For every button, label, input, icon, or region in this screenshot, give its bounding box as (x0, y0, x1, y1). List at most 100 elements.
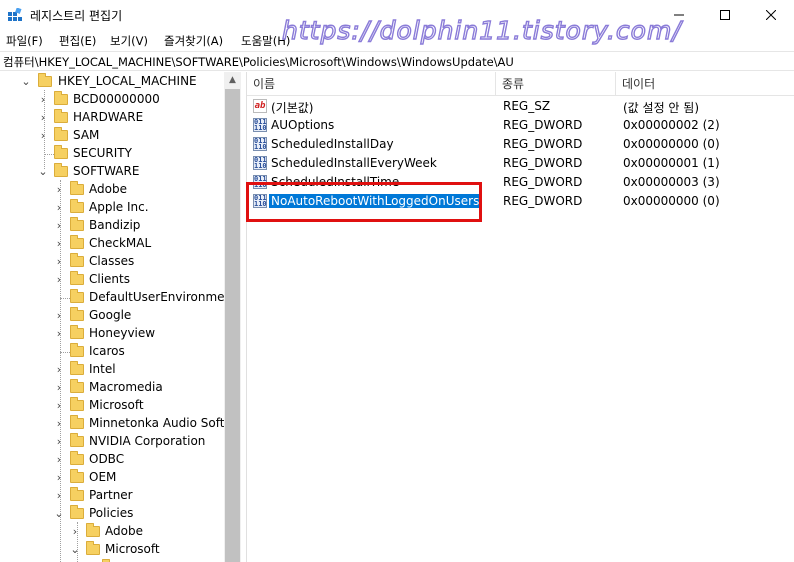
address-bar[interactable]: 컴퓨터\HKEY_LOCAL_MACHINE\SOFTWARE\Policies… (0, 51, 794, 71)
list-row-scheduledinstallday[interactable]: 011 110 ScheduledInstallDay REG_DWORD 0x0… (247, 135, 794, 154)
chevron-right-icon[interactable]: › (53, 272, 65, 288)
folder-icon (70, 289, 84, 303)
scroll-up-arrow-icon[interactable]: ▲ (224, 72, 241, 89)
key-tree: ⌄ HKEY_LOCAL_MACHINE › BCD00000000 › HAR… (0, 72, 241, 562)
tree-item-policies-microsoft[interactable]: ⌄ Microsoft (0, 541, 224, 559)
chevron-down-icon[interactable]: ⌄ (20, 74, 32, 90)
tree-item-bcd[interactable]: › BCD00000000 (0, 91, 224, 109)
folder-icon (54, 109, 68, 123)
column-header-name[interactable]: 이름 (247, 72, 496, 96)
tree-item-hklm[interactable]: ⌄ HKEY_LOCAL_MACHINE (0, 73, 224, 91)
tree-item-policies-adobe[interactable]: › Adobe (0, 523, 224, 541)
tree-item-sam[interactable]: › SAM (0, 127, 224, 145)
chevron-right-icon[interactable]: › (53, 416, 65, 432)
tree-item-oem[interactable]: › OEM (0, 469, 224, 487)
tree-item-hardware[interactable]: › HARDWARE (0, 109, 224, 127)
folder-icon (70, 415, 84, 429)
folder-icon (54, 127, 68, 141)
tree-item-icaros[interactable]: Icaros (0, 343, 224, 361)
chevron-right-icon[interactable]: › (53, 470, 65, 486)
list-row-default[interactable]: ab (기본값) REG_SZ (값 설정 안 됨) (247, 97, 794, 116)
chevron-right-icon[interactable]: › (53, 452, 65, 468)
tree-scrollbar[interactable]: ▲ (224, 72, 241, 562)
chevron-right-icon[interactable]: › (53, 380, 65, 396)
highlight-annotation-box (246, 182, 482, 222)
folder-icon (70, 397, 84, 411)
tree-item-microsoft[interactable]: › Microsoft (0, 397, 224, 415)
chevron-right-icon[interactable]: › (53, 434, 65, 450)
tree-item-defaultuserenvironment[interactable]: DefaultUserEnvironment (0, 289, 237, 307)
folder-icon (70, 325, 84, 339)
column-header-data[interactable]: 데이터 (616, 72, 794, 96)
folder-icon (70, 235, 84, 249)
folder-icon (70, 487, 84, 501)
menu-view[interactable]: 보기(V) (110, 33, 148, 49)
scrollbar-thumb[interactable] (225, 89, 240, 562)
values-list: 이름 종류 데이터 ab (기본값) REG_SZ (값 설정 안 됨) 011… (247, 72, 794, 562)
tree-item-clients[interactable]: › Clients (0, 271, 224, 289)
menu-edit[interactable]: 편집(E) (59, 33, 96, 49)
chevron-right-icon[interactable]: › (53, 326, 65, 342)
maximize-icon[interactable] (702, 0, 748, 30)
folder-icon (70, 469, 84, 483)
menu-file[interactable]: 파일(F) (6, 33, 43, 49)
tree-item-honeyview[interactable]: › Honeyview (0, 325, 224, 343)
list-row-auoptions[interactable]: 011 110 AUOptions REG_DWORD 0x00000002 (2… (247, 116, 794, 135)
tree-item-classes[interactable]: › Classes (0, 253, 224, 271)
tree-item-nvidia[interactable]: › NVIDIA Corporation (0, 433, 224, 451)
column-header-type[interactable]: 종류 (496, 72, 616, 96)
chevron-right-icon[interactable]: › (37, 110, 49, 126)
tree-item-policies[interactable]: ⌄ Policies (0, 505, 224, 523)
chevron-right-icon[interactable]: › (53, 308, 65, 324)
chevron-right-icon[interactable]: › (53, 362, 65, 378)
close-icon[interactable] (748, 0, 794, 30)
folder-icon (70, 181, 84, 195)
chevron-right-icon[interactable]: › (53, 398, 65, 414)
tree-item-partner[interactable]: › Partner (0, 487, 224, 505)
string-value-icon: ab (253, 99, 267, 113)
tree-item-intel[interactable]: › Intel (0, 361, 224, 379)
tree-item-software[interactable]: ⌄ SOFTWARE (0, 163, 224, 181)
chevron-down-icon[interactable]: ⌄ (53, 506, 65, 522)
watermark-text: https://dolphin11.tistory.com/ (281, 15, 682, 45)
chevron-right-icon[interactable]: › (37, 92, 49, 108)
folder-icon (70, 199, 84, 213)
tree-item-minnetonka[interactable]: › Minnetonka Audio Softw (0, 415, 234, 433)
chevron-right-icon[interactable]: › (53, 182, 65, 198)
registry-editor-icon (8, 7, 22, 22)
folder-icon (54, 163, 68, 177)
folder-icon (54, 91, 68, 105)
folder-icon (70, 343, 84, 357)
chevron-right-icon[interactable]: › (53, 488, 65, 504)
address-path[interactable]: 컴퓨터\HKEY_LOCAL_MACHINE\SOFTWARE\Policies… (3, 54, 514, 70)
tree-item-odbc[interactable]: › ODBC (0, 451, 224, 469)
list-row-scheduledinstalleveryweek[interactable]: 011 110 ScheduledInstallEveryWeek REG_DWO… (247, 154, 794, 173)
folder-icon (70, 217, 84, 231)
chevron-right-icon[interactable]: › (37, 128, 49, 144)
chevron-down-icon[interactable]: ⌄ (69, 542, 81, 558)
tree-item-security[interactable]: SECURITY (0, 145, 224, 163)
chevron-right-icon[interactable]: › (53, 254, 65, 270)
tree-item-checkmal[interactable]: › CheckMAL (0, 235, 224, 253)
window-title: 레지스트리 편집기 (30, 9, 123, 23)
chevron-right-icon[interactable]: › (53, 236, 65, 252)
folder-icon (70, 433, 84, 447)
tree-item-bandizip[interactable]: › Bandizip (0, 217, 224, 235)
tree-item-google[interactable]: › Google (0, 307, 224, 325)
folder-icon (70, 451, 84, 465)
folder-icon (86, 541, 100, 555)
chevron-down-icon[interactable]: ⌄ (37, 164, 49, 180)
chevron-right-icon[interactable]: › (53, 218, 65, 234)
folder-icon (70, 361, 84, 375)
list-header: 이름 종류 데이터 (247, 72, 794, 96)
folder-icon (38, 73, 52, 87)
tree-item-apple[interactable]: › Apple Inc. (0, 199, 224, 217)
folder-icon (70, 505, 84, 519)
chevron-right-icon[interactable]: › (53, 200, 65, 216)
folder-icon (70, 307, 84, 321)
folder-icon (54, 145, 68, 159)
tree-item-adobe[interactable]: › Adobe (0, 181, 224, 199)
tree-item-macromedia[interactable]: › Macromedia (0, 379, 224, 397)
menu-favorites[interactable]: 즐겨찾기(A) (164, 33, 223, 49)
chevron-right-icon[interactable]: › (69, 524, 81, 540)
